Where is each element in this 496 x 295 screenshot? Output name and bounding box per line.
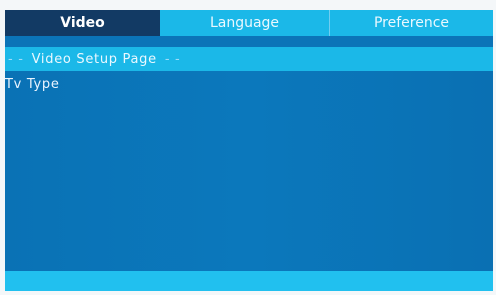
right-dash: - - — [164, 51, 181, 67]
top-panel-strip — [5, 36, 493, 47]
tab-language[interactable]: Language — [160, 10, 330, 36]
page-header: - - Video Setup Page - - — [5, 47, 493, 71]
menu-content-area: Tv Type — [5, 71, 493, 271]
left-dash: - - — [8, 51, 24, 67]
main-panel: - - Video Setup Page - - Tv Type — [5, 36, 493, 291]
page-title: Video Setup Page — [31, 51, 157, 67]
tab-video[interactable]: Video — [5, 10, 160, 36]
footer-bar — [5, 271, 493, 291]
tab-preference[interactable]: Preference — [330, 10, 493, 36]
video-setup-screen: Video Language Preference - - Video Setu… — [0, 0, 496, 295]
menu-item-tv-type[interactable]: Tv Type — [5, 77, 60, 92]
top-tab-bar: Video Language Preference — [5, 10, 493, 36]
